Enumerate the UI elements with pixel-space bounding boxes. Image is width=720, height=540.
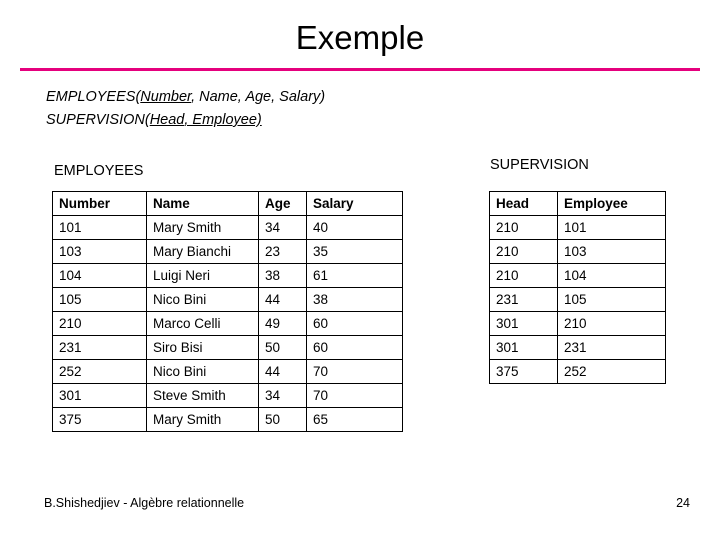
schema-employees-rest: , Name, Age, Salary) bbox=[191, 89, 326, 105]
cell-employee: 252 bbox=[557, 359, 666, 384]
cell-number: 231 bbox=[52, 335, 147, 360]
cell-salary: 70 bbox=[306, 359, 403, 384]
schema-supervision-prefix: SUPERVISION( bbox=[46, 112, 150, 128]
cell-head: 301 bbox=[489, 335, 558, 360]
footer-author: B.Shishedjiev - Algèbre relationnelle bbox=[44, 496, 245, 510]
cell-age: 23 bbox=[258, 239, 307, 264]
table-row: 210 101 bbox=[489, 215, 666, 240]
cell-number: 210 bbox=[52, 311, 147, 336]
cell-salary: 35 bbox=[306, 239, 403, 264]
column-header-salary: Salary bbox=[306, 191, 403, 216]
column-header-head: Head bbox=[489, 191, 558, 216]
table-header-row: Number Name Age Salary bbox=[52, 191, 403, 216]
column-header-employee: Employee bbox=[557, 191, 666, 216]
cell-employee: 231 bbox=[557, 335, 666, 360]
schema-line-employees: EMPLOYEES(Number, Name, Age, Salary) bbox=[46, 86, 325, 109]
cell-age: 44 bbox=[258, 359, 307, 384]
cell-salary: 60 bbox=[306, 335, 403, 360]
column-header-number: Number bbox=[52, 191, 147, 216]
cell-head: 210 bbox=[489, 215, 558, 240]
cell-employee: 210 bbox=[557, 311, 666, 336]
schema-line-supervision: SUPERVISION(Head, Employee) bbox=[46, 109, 325, 132]
table-header-row: Head Employee bbox=[489, 191, 666, 216]
column-header-age: Age bbox=[258, 191, 307, 216]
cell-employee: 104 bbox=[557, 263, 666, 288]
cell-head: 231 bbox=[489, 287, 558, 312]
table-row: 231 Siro Bisi 50 60 bbox=[52, 335, 403, 360]
cell-number: 101 bbox=[52, 215, 147, 240]
table-row: 103 Mary Bianchi 23 35 bbox=[52, 239, 403, 264]
schema-employees-key: Number bbox=[140, 89, 192, 105]
cell-head: 210 bbox=[489, 239, 558, 264]
employees-table-caption: EMPLOYEES bbox=[54, 163, 144, 179]
cell-name: Mary Smith bbox=[146, 407, 259, 432]
table-row: 301 210 bbox=[489, 311, 666, 336]
supervision-table: Head Employee 210 101 210 103 210 104 23… bbox=[489, 191, 666, 384]
table-row: 375 Mary Smith 50 65 bbox=[52, 407, 403, 432]
cell-age: 34 bbox=[258, 383, 307, 408]
cell-age: 38 bbox=[258, 263, 307, 288]
cell-salary: 61 bbox=[306, 263, 403, 288]
page-title: Exemple bbox=[295, 19, 425, 56]
table-row: 301 231 bbox=[489, 335, 666, 360]
column-header-name: Name bbox=[146, 191, 259, 216]
slide: Exemple EMPLOYEES(Number, Name, Age, Sal… bbox=[0, 0, 720, 540]
cell-name: Mary Smith bbox=[146, 215, 259, 240]
cell-name: Marco Celli bbox=[146, 311, 259, 336]
cell-age: 50 bbox=[258, 335, 307, 360]
cell-salary: 60 bbox=[306, 311, 403, 336]
cell-number: 252 bbox=[52, 359, 147, 384]
schema-employees-prefix: EMPLOYEES( bbox=[46, 89, 141, 105]
cell-head: 375 bbox=[489, 359, 558, 384]
cell-age: 44 bbox=[258, 287, 307, 312]
table-row: 375 252 bbox=[489, 359, 666, 384]
cell-employee: 101 bbox=[557, 215, 666, 240]
cell-salary: 65 bbox=[306, 407, 403, 432]
table-row: 252 Nico Bini 44 70 bbox=[52, 359, 403, 384]
title-divider bbox=[20, 68, 700, 71]
cell-name: Nico Bini bbox=[146, 359, 259, 384]
cell-name: Nico Bini bbox=[146, 287, 259, 312]
schema-supervision-key: Head bbox=[149, 112, 185, 128]
cell-name: Mary Bianchi bbox=[146, 239, 259, 264]
cell-head: 301 bbox=[489, 311, 558, 336]
table-row: 104 Luigi Neri 38 61 bbox=[52, 263, 403, 288]
cell-number: 105 bbox=[52, 287, 147, 312]
schema-supervision-rest: , Employee) bbox=[184, 112, 262, 128]
table-row: 210 104 bbox=[489, 263, 666, 288]
cell-salary: 38 bbox=[306, 287, 403, 312]
cell-name: Luigi Neri bbox=[146, 263, 259, 288]
cell-number: 375 bbox=[52, 407, 147, 432]
table-row: 105 Nico Bini 44 38 bbox=[52, 287, 403, 312]
table-row: 101 Mary Smith 34 40 bbox=[52, 215, 403, 240]
cell-name: Steve Smith bbox=[146, 383, 259, 408]
slide-number: 24 bbox=[676, 496, 690, 510]
cell-number: 103 bbox=[52, 239, 147, 264]
cell-name: Siro Bisi bbox=[146, 335, 259, 360]
table-row: 301 Steve Smith 34 70 bbox=[52, 383, 403, 408]
cell-age: 49 bbox=[258, 311, 307, 336]
cell-employee: 103 bbox=[557, 239, 666, 264]
supervision-table-caption: SUPERVISION bbox=[490, 157, 589, 173]
cell-age: 50 bbox=[258, 407, 307, 432]
relational-schema: EMPLOYEES(Number, Name, Age, Salary) SUP… bbox=[46, 86, 325, 132]
cell-salary: 70 bbox=[306, 383, 403, 408]
cell-employee: 105 bbox=[557, 287, 666, 312]
employees-table: Number Name Age Salary 101 Mary Smith 34… bbox=[52, 191, 403, 432]
cell-number: 301 bbox=[52, 383, 147, 408]
table-row: 210 103 bbox=[489, 239, 666, 264]
table-row: 231 105 bbox=[489, 287, 666, 312]
cell-number: 104 bbox=[52, 263, 147, 288]
cell-head: 210 bbox=[489, 263, 558, 288]
table-row: 210 Marco Celli 49 60 bbox=[52, 311, 403, 336]
cell-salary: 40 bbox=[306, 215, 403, 240]
cell-age: 34 bbox=[258, 215, 307, 240]
